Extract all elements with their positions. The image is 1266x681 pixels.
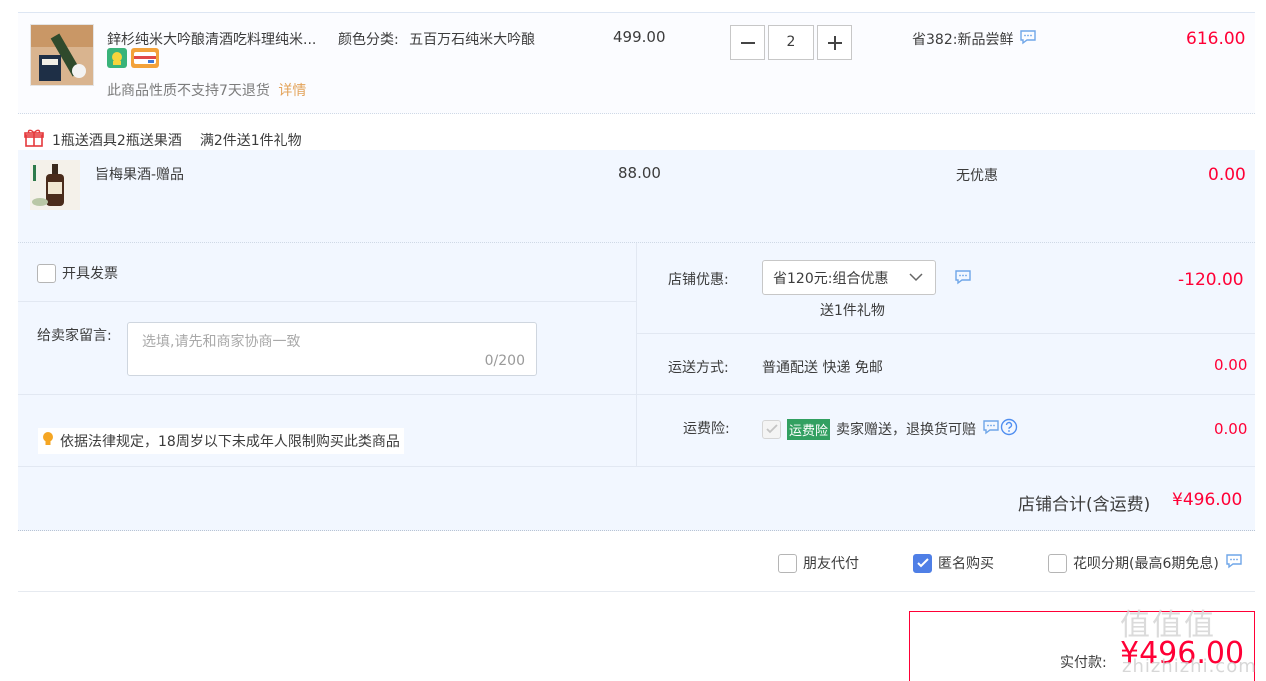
return-policy-text: 此商品性质不支持7天退货 (107, 83, 270, 99)
chevron-down-icon (909, 271, 923, 287)
gift-promo: 无优惠 (956, 168, 998, 184)
quantity-stepper: 2 (730, 25, 852, 60)
item-promo-text: 省382:新品尝鲜 (912, 32, 1014, 48)
insurance-tag: 运费险 (787, 418, 831, 440)
insurance-checkbox[interactable] (762, 419, 781, 439)
gift-title[interactable]: 旨梅果酒-赠品 (95, 164, 184, 184)
invoice-option[interactable]: 开具发票 (37, 263, 118, 283)
shop-discount-value: 省120元:组合优惠 (773, 270, 889, 287)
quantity-input[interactable]: 2 (768, 25, 814, 60)
item-total: 616.00 (1186, 29, 1246, 49)
installment-option[interactable]: 花呗分期(最高6期免息) (1048, 553, 1243, 573)
shop-discount-label: 店铺优惠: (668, 272, 729, 288)
gift-thumbnail[interactable] (30, 160, 80, 210)
insurance-value: 卖家赠送，退换货可赔 (836, 422, 977, 438)
shop-discount-amount: -120.00 (1178, 270, 1244, 290)
insurance-amount: 0.00 (1214, 420, 1248, 438)
gift-total: 0.00 (1208, 165, 1246, 185)
divider-line (18, 394, 1255, 395)
divider-line (18, 591, 1255, 592)
increase-quantity-button[interactable] (817, 25, 852, 60)
chat-icon[interactable] (954, 269, 972, 289)
return-policy-note: 此商品性质不支持7天退货 详情 (107, 80, 306, 100)
shipping-label: 运送方式: (668, 360, 729, 376)
item-promo: 省382:新品尝鲜 (912, 29, 1037, 49)
shop-discount-select[interactable]: 省120元:组合优惠 (762, 260, 936, 295)
gift-icon (24, 128, 44, 152)
installment-label: 花呗分期(最高6期免息) (1073, 556, 1219, 572)
actual-payment-label: 实付款: (1060, 655, 1107, 671)
invoice-label: 开具发票 (62, 266, 118, 282)
product-title[interactable]: 鋅杉纯米大吟酿清酒吃料理纯米... (107, 29, 316, 49)
lightbulb-icon (42, 431, 54, 451)
watermark-logo: 值值值 (1120, 608, 1216, 643)
anonymous-label: 匿名购买 (938, 556, 994, 572)
anonymous-option[interactable]: 匿名购买 (913, 553, 994, 573)
insurance-label: 运费险: (683, 421, 730, 437)
chat-icon[interactable] (982, 419, 1000, 439)
message-counter: 0/200 (484, 353, 525, 369)
divider-line (18, 466, 1255, 467)
credit-card-badge-icon[interactable] (131, 48, 159, 68)
insurance-option: 运费险 卖家赠送，退换货可赔 (762, 418, 1018, 440)
panel-divider (636, 243, 637, 467)
return-policy-details-link[interactable]: 详情 (278, 83, 306, 99)
authentic-badge-icon[interactable] (107, 48, 127, 68)
legal-notice-text: 依据法律规定，18周岁以下未成年人限制购买此类商品 (60, 434, 400, 450)
message-placeholder: 选填,请先和商家协商一致 (142, 334, 301, 350)
unit-price: 499.00 (613, 28, 666, 46)
legal-notice: 依据法律规定，18周岁以下未成年人限制购买此类商品 (38, 428, 404, 454)
message-textarea[interactable]: 选填,请先和商家协商一致 0/200 (127, 322, 537, 376)
invoice-checkbox[interactable] (37, 263, 56, 283)
anonymous-checkbox[interactable] (913, 553, 932, 573)
gift-promo-header: 1瓶送酒具2瓶送果酒 满2件送1件礼物 (24, 128, 302, 152)
shop-total-value: ¥496.00 (1172, 490, 1243, 510)
gift-rule-1: 1瓶送酒具2瓶送果酒 (52, 133, 182, 149)
shipping-amount: 0.00 (1214, 356, 1248, 374)
divider-line (18, 301, 636, 302)
installment-checkbox[interactable] (1048, 553, 1067, 573)
decrease-quantity-button[interactable] (730, 25, 765, 60)
shop-total-label: 店铺合计(含运费) (1018, 495, 1151, 515)
sku-label: 颜色分类: (338, 32, 399, 48)
gift-price: 88.00 (618, 164, 661, 182)
shipping-method: 普通配送 快递 免邮 (762, 360, 883, 376)
gift-rule-2: 满2件送1件礼物 (199, 133, 302, 149)
sku-value: 五百万石纯米大吟酿 (409, 32, 536, 48)
friend-pay-label: 朋友代付 (803, 556, 859, 572)
sku-info: 颜色分类: 五百万石纯米大吟酿 (338, 29, 535, 49)
shop-discount-gift: 送1件礼物 (820, 303, 885, 319)
friend-pay-option[interactable]: 朋友代付 (778, 553, 859, 573)
product-thumbnail[interactable] (30, 24, 94, 86)
chat-icon[interactable] (1019, 29, 1037, 49)
divider-line (637, 333, 1255, 334)
watermark-url: zhizhizhi.com (1122, 656, 1257, 677)
chat-icon[interactable] (1225, 553, 1243, 573)
message-label: 给卖家留言: (37, 328, 112, 344)
help-icon[interactable] (1000, 418, 1018, 440)
friend-pay-checkbox[interactable] (778, 553, 797, 573)
service-badges (107, 48, 159, 68)
